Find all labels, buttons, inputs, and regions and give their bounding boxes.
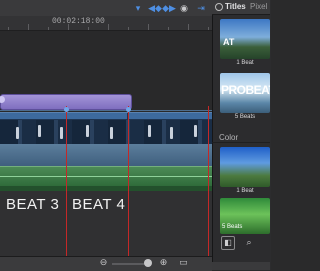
beat-label-4: BEAT 4 [72, 196, 126, 213]
snapping-icon[interactable]: ⇥ [194, 3, 208, 13]
audio-waveform [0, 176, 212, 177]
zoom-out-icon[interactable]: ⊖ [98, 257, 109, 268]
audio-track-lower [0, 186, 212, 191]
marker-icon[interactable]: ▾ [131, 3, 145, 13]
clip-appearance-icon[interactable]: ▭ [178, 257, 189, 268]
time-ruler[interactable] [0, 16, 212, 31]
marker-dot[interactable] [126, 107, 131, 112]
title-item-label: 5 Beats [222, 224, 243, 230]
title-item-label: 1 Beat [236, 188, 254, 194]
video-clip-body[interactable] [0, 144, 212, 166]
beat-marker-line[interactable] [128, 106, 129, 270]
beat-marker-line[interactable] [66, 106, 67, 270]
title-item-label: 5 Beats [234, 114, 256, 120]
title-thumbnail-5-beats[interactable]: PROBEAT [220, 73, 270, 113]
title-thumbnail-text: AT [223, 37, 235, 47]
show-info-icon[interactable]: ◧ [221, 236, 235, 250]
tab-pixel[interactable]: Pixel [250, 2, 267, 11]
tab-titles[interactable]: Titles [225, 2, 246, 11]
video-clip-track[interactable] [0, 112, 212, 146]
beat-label-3: BEAT 3 [6, 196, 60, 213]
section-header-color: Color [219, 133, 239, 142]
search-icon[interactable]: ⌕ [243, 236, 255, 248]
zoom-slider-knob[interactable] [144, 259, 152, 267]
close-icon[interactable] [215, 3, 223, 11]
timecode-display: 00:02:18:00 [52, 17, 105, 26]
title-thumbnail-color-1-beat[interactable] [220, 147, 270, 187]
browser-footer [212, 262, 270, 270]
title-thumbnail-color-5-beats[interactable]: 5 Beats [220, 198, 270, 234]
keyframe-next-icon[interactable]: ◆▶ [162, 3, 176, 13]
beat-marker-line[interactable] [208, 106, 209, 270]
zoom-in-icon[interactable]: ⊕ [158, 257, 169, 268]
keyframe-prev-icon[interactable]: ◀◆ [148, 3, 162, 13]
section-divider [212, 142, 270, 143]
connection-line [0, 110, 212, 111]
title-thumbnail-text: PROBEAT [221, 83, 270, 97]
audio-skim-icon[interactable]: ◉ [177, 3, 191, 13]
title-thumbnail-1-beat[interactable]: AT [220, 19, 270, 59]
title-item-label: 1 Beat [236, 60, 254, 66]
marker-dot[interactable] [64, 107, 69, 112]
